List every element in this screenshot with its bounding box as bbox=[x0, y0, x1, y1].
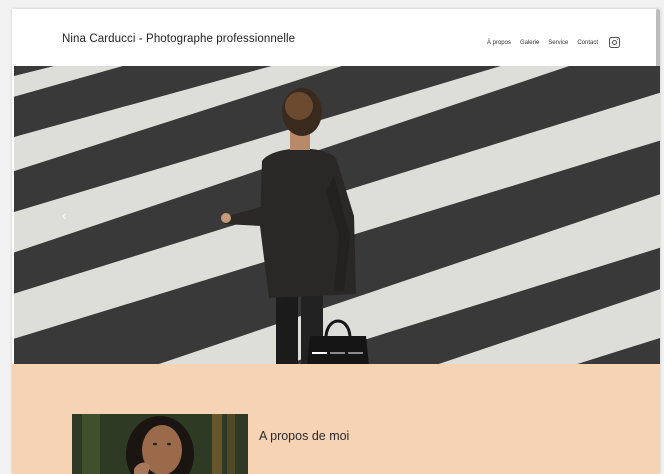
carousel-indicator-1[interactable] bbox=[312, 352, 327, 354]
page: Nina Carducci - Photographe professionne… bbox=[12, 9, 660, 474]
carousel-indicators bbox=[312, 352, 363, 354]
hero-image bbox=[14, 66, 660, 364]
nav-link-contact[interactable]: Contact bbox=[577, 40, 598, 46]
carousel-prev-button[interactable]: ‹ bbox=[62, 208, 72, 222]
instagram-icon[interactable] bbox=[609, 37, 620, 48]
site-header: Nina Carducci - Photographe professionne… bbox=[12, 9, 660, 67]
hero-carousel: ‹ bbox=[14, 66, 660, 364]
nav-link-about[interactable]: À propos bbox=[487, 40, 511, 46]
carousel-indicator-3[interactable] bbox=[348, 352, 363, 354]
about-title: A propos de moi bbox=[259, 429, 350, 443]
main-nav: À propos Galerie Service Contact bbox=[487, 37, 620, 48]
portrait-image bbox=[72, 414, 248, 474]
about-section: A propos de moi bbox=[12, 364, 660, 474]
site-title[interactable]: Nina Carducci - Photographe professionne… bbox=[62, 33, 295, 45]
carousel-indicator-2[interactable] bbox=[330, 352, 345, 354]
nav-link-service[interactable]: Service bbox=[548, 40, 568, 46]
nav-link-gallery[interactable]: Galerie bbox=[520, 40, 539, 46]
